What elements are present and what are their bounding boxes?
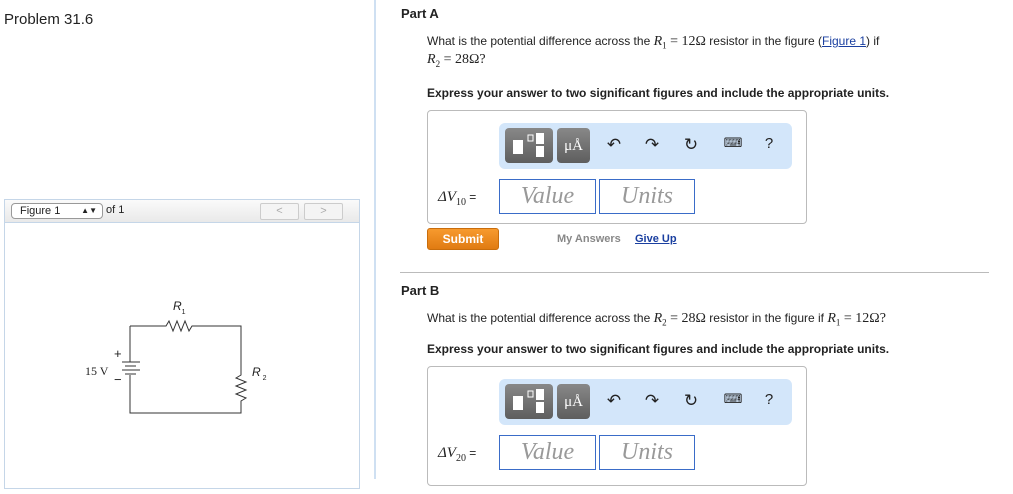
panel-divider[interactable] [374,0,376,479]
select-arrows-icon: ▲▼ [81,206,97,215]
part-a-title: Part A [401,6,439,21]
part-a-question-line2: R2 = 28Ω? [427,52,486,69]
help-button[interactable]: ? [759,135,779,152]
next-figure-button[interactable]: > [304,203,343,220]
r1-label: R1 [173,299,186,316]
delta-v10-label: ΔV10 = [438,189,477,208]
keyboard-icon[interactable]: ⌨ [723,135,743,151]
figure-link[interactable]: Figure 1 [822,34,866,48]
part-b-answer-box: μÅ ↶ ↷ ↻ ⌨ ? ΔV20 = Value Units [427,366,807,486]
templates-button[interactable] [505,128,553,163]
prev-figure-button[interactable]: < [260,203,299,220]
figure-select-value: Figure 1 [20,205,61,217]
redo-icon[interactable]: ↷ [642,391,662,411]
minus-sign: − [114,372,122,387]
part-a-answer-box: μÅ ↶ ↷ ↻ ⌨ ? ΔV10 = Value Units [427,110,807,224]
help-button[interactable]: ? [759,391,779,408]
give-up-link[interactable]: Give Up [635,233,677,245]
figure-count: of 1 [106,204,125,216]
value-input[interactable]: Value [499,435,596,470]
r2-label: R2 [252,365,267,382]
keyboard-icon[interactable]: ⌨ [723,391,743,407]
part-b-question: What is the potential difference across … [427,311,886,328]
math-toolbar: μÅ ↶ ↷ ↻ ⌨ ? [499,123,792,169]
units-button[interactable]: μÅ [557,384,590,419]
voltage-label: 15 V [85,364,109,378]
part-a-instruction: Express your answer to two significant f… [427,86,890,100]
reset-icon[interactable]: ↻ [681,135,701,155]
redo-icon[interactable]: ↷ [642,135,662,155]
figure-panel: Figure 1 ▲▼ of 1 < > R1 R2 15 V + − [4,199,360,489]
part-b-title: Part B [401,283,440,298]
templates-button[interactable] [505,384,553,419]
value-input[interactable]: Value [499,179,596,214]
units-input[interactable]: Units [599,435,695,470]
problem-title: Problem 31.6 [4,11,94,28]
part-b-instruction: Express your answer to two significant f… [427,342,890,356]
figure-header: Figure 1 ▲▼ of 1 < > [5,200,359,223]
undo-icon[interactable]: ↶ [604,135,624,155]
section-divider [400,272,989,273]
circuit-diagram: R1 R2 15 V + − [85,299,267,414]
part-a-question: What is the potential difference across … [427,34,880,51]
delta-v20-label: ΔV20 = [438,445,477,464]
my-answers-link[interactable]: My Answers [557,233,621,245]
plus-sign: + [114,346,122,361]
math-toolbar: μÅ ↶ ↷ ↻ ⌨ ? [499,379,792,425]
reset-icon[interactable]: ↻ [681,391,701,411]
units-input[interactable]: Units [599,179,695,214]
submit-button[interactable]: Submit [427,228,499,250]
figure-select[interactable]: Figure 1 ▲▼ [11,203,103,219]
units-button[interactable]: μÅ [557,128,590,163]
undo-icon[interactable]: ↶ [604,391,624,411]
